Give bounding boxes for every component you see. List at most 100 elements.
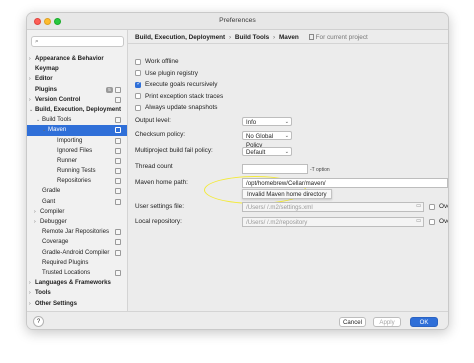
project-settings-icon — [115, 157, 121, 164]
chevron-down-icon: ⌄ — [284, 132, 289, 139]
project-settings-icon — [115, 239, 121, 246]
project-settings-icon — [115, 188, 121, 195]
checkbox-box[interactable] — [135, 93, 141, 99]
project-settings-icon — [115, 127, 121, 134]
checkbox-label: Override — [439, 218, 448, 225]
chevron-down-icon[interactable]: ⌄ — [36, 115, 40, 125]
chevron-right-icon[interactable]: › — [29, 95, 31, 105]
project-settings-icon — [115, 249, 121, 256]
chevron-down-icon: ⌄ — [284, 118, 289, 125]
maven-home-path-input[interactable]: /opt/homebrew/Cellar/maven/ — [242, 178, 448, 188]
sidebar-item-label: Required Plugins — [42, 258, 89, 266]
dialog-footer: ? Cancel Apply OK — [27, 311, 448, 329]
checkbox-label: Use plugin registry — [145, 69, 198, 77]
settings-search-input[interactable]: ⌕ — [31, 36, 124, 47]
title-bar: Preferences — [27, 13, 448, 30]
sidebar-item[interactable]: Gradle — [27, 186, 127, 196]
chevron-down-icon[interactable]: ⌄ — [29, 105, 33, 115]
cancel-button[interactable]: Cancel — [339, 317, 366, 327]
project-settings-icon — [115, 198, 121, 205]
user-settings-file-input[interactable]: /Users/ /.m2/settings.xml — [242, 202, 424, 212]
sidebar-item[interactable]: ⌄ Maven — [27, 125, 127, 136]
project-settings-icon — [115, 269, 121, 276]
checkbox-label: Print exception stack traces — [145, 92, 224, 100]
sidebar-item[interactable]: › Languages & Frameworks — [27, 278, 127, 288]
checkbox-box[interactable] — [429, 218, 435, 225]
chevron-right-icon[interactable]: › — [29, 299, 31, 309]
help-button[interactable]: ? — [33, 316, 44, 327]
sidebar-item[interactable]: Importing — [27, 136, 127, 146]
sidebar-item[interactable]: Remote Jar Repositories — [27, 227, 127, 237]
checksum-policy-select[interactable]: No Global Policy ⌄ — [242, 130, 292, 149]
sidebar-item[interactable]: Coverage — [27, 237, 127, 247]
checkbox-box[interactable] — [135, 58, 141, 65]
sidebar-item[interactable]: Keymap — [27, 64, 127, 74]
ok-button[interactable]: OK — [410, 317, 438, 327]
project-settings-icon — [115, 178, 121, 185]
chevron-right-icon[interactable]: › — [29, 278, 31, 288]
sidebar-item[interactable]: Gant — [27, 197, 127, 207]
breadcrumb-separator: › — [273, 34, 276, 41]
fail-policy-select[interactable]: Default ⌄ — [242, 146, 292, 156]
folder-icon: ▭ — [416, 218, 422, 224]
sidebar-item-label: Languages & Frameworks — [35, 279, 111, 287]
settings-sidebar: ⌕ › Appearance & Behavior Keymap › Editor Plu… — [27, 30, 128, 311]
sidebar-item[interactable]: › Appearance & Behavior — [27, 54, 127, 64]
checkbox-box[interactable] — [135, 70, 141, 76]
sidebar-item-label: Plugins — [35, 85, 58, 93]
settings-tree: › Appearance & Behavior Keymap › Editor Plugi… — [27, 54, 127, 309]
breadcrumb-item[interactable]: Build Tools — [235, 34, 269, 41]
sidebar-item-label: Running Tests — [57, 167, 96, 175]
chevron-right-icon[interactable]: › — [34, 207, 36, 217]
chevron-right-icon[interactable]: › — [29, 288, 31, 298]
validation-error-tooltip: Invalid Maven home directory — [242, 189, 332, 199]
sidebar-item[interactable]: Running Tests — [27, 166, 127, 176]
sidebar-item-label: Trusted Locations — [42, 268, 91, 276]
sidebar-item[interactable]: › Editor — [27, 74, 127, 84]
sidebar-item[interactable]: › Tools — [27, 288, 127, 298]
output-level-select[interactable]: Info ⌄ — [242, 116, 292, 126]
sidebar-item-label: Other Settings — [35, 299, 77, 307]
sidebar-item[interactable]: › Compiler — [27, 207, 127, 217]
checkbox-box[interactable] — [135, 104, 141, 111]
sidebar-item[interactable]: Trusted Locations — [27, 268, 127, 278]
checkbox-box[interactable] — [429, 203, 435, 210]
sidebar-item-label: Maven — [48, 126, 67, 134]
local-repository-input[interactable]: /Users/ /.m2/repository — [242, 217, 424, 227]
sidebar-item[interactable]: ⌄ Build, Execution, Deployment — [27, 105, 127, 115]
chevron-right-icon[interactable]: › — [29, 74, 31, 84]
sidebar-item-label: Editor — [35, 75, 53, 83]
checkbox-label: Always update snapshots — [145, 104, 218, 111]
output-level-label: Output level: — [135, 117, 171, 124]
sidebar-item[interactable]: ⌄ Build Tools — [27, 115, 127, 125]
chevron-right-icon[interactable]: › — [34, 217, 36, 227]
sidebar-item[interactable]: Runner — [27, 156, 127, 166]
search-icon: ⌕ — [35, 38, 39, 45]
fail-policy-label: Multiproject build fail policy: — [135, 147, 213, 154]
breadcrumb-item[interactable]: Build, Execution, Deployment — [135, 34, 225, 41]
chevron-right-icon[interactable]: › — [29, 54, 31, 64]
sidebar-item[interactable]: Gradle-Android Compiler — [27, 248, 127, 258]
sidebar-item[interactable]: Plugins 5 — [27, 85, 127, 95]
sidebar-item-label: Remote Jar Repositories — [42, 228, 110, 236]
sidebar-item-label: Ignored Files — [57, 146, 93, 154]
apply-button[interactable]: Apply — [373, 317, 401, 327]
maven-home-dropdown[interactable]: ⌄ — [448, 178, 449, 188]
project-scope-label: For current project — [308, 34, 370, 41]
sidebar-item[interactable]: Repositories — [27, 176, 127, 186]
sidebar-item-label: Coverage — [42, 238, 69, 246]
user-settings-label: User settings file: — [135, 203, 185, 210]
sidebar-item-label: Gradle-Android Compiler — [42, 248, 110, 256]
sidebar-item[interactable]: › Version Control — [27, 95, 127, 105]
checksum-policy-label: Checksum policy: — [135, 131, 186, 138]
sidebar-item[interactable]: Ignored Files — [27, 146, 127, 156]
sidebar-item[interactable]: Required Plugins — [27, 258, 127, 268]
sidebar-item[interactable]: › Debugger — [27, 217, 127, 227]
sidebar-item[interactable]: › Other Settings — [27, 299, 127, 309]
thread-count-input[interactable] — [242, 164, 308, 174]
breadcrumb-separator: › — [228, 34, 232, 41]
chevron-down-icon[interactable]: ⌄ — [42, 125, 46, 135]
checkbox-box-checked[interactable] — [135, 80, 141, 89]
project-settings-icon — [115, 229, 121, 236]
breadcrumb: Build, Execution, Deployment › Build Too… — [135, 33, 372, 43]
